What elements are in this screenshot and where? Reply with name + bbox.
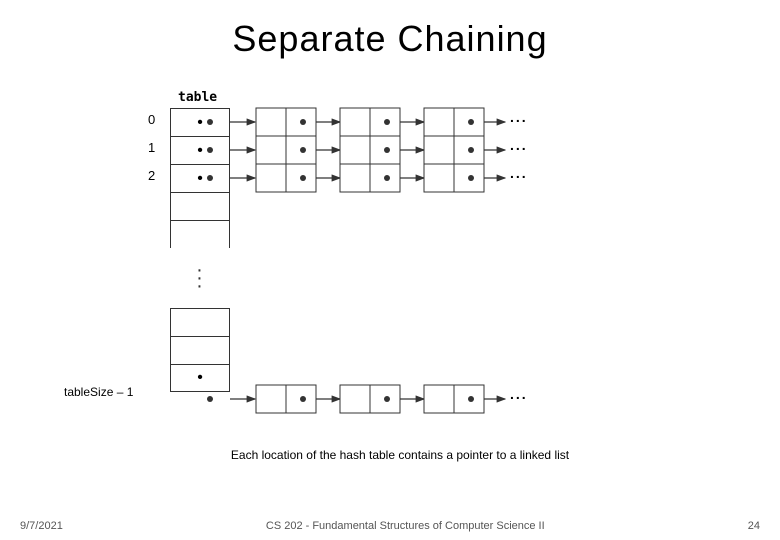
- vertical-dots: ···: [196, 266, 204, 290]
- table-label: table: [178, 90, 217, 105]
- row-label-1: 1: [148, 140, 155, 155]
- footer-date: 9/7/2021: [20, 520, 63, 532]
- table-cell-empty-3: [170, 308, 230, 336]
- table-cell-0: [170, 108, 230, 136]
- table-cell-empty-4: [170, 336, 230, 364]
- ellipsis-row1: ...: [510, 137, 528, 153]
- footer-course: CS 202 - Fundamental Structures of Compu…: [63, 520, 748, 532]
- ellipsis-row-last: ...: [510, 386, 528, 402]
- table-cell-empty-2: [170, 220, 230, 248]
- table-cell-last: [170, 364, 230, 392]
- diagram-caption: Each location of the hash table contains…: [60, 448, 740, 462]
- table-cell-1: [170, 136, 230, 164]
- ellipsis-row0: ...: [510, 109, 528, 125]
- footer: 9/7/2021 CS 202 - Fundamental Structures…: [0, 520, 780, 532]
- footer-page: 24: [748, 520, 760, 532]
- arrows-svg: [60, 90, 740, 470]
- row-label-0: 0: [148, 112, 155, 127]
- row-label-last: tableSize – 1: [64, 385, 133, 399]
- diagram-area: table ··· 0 1 2 tableSize – 1: [60, 90, 740, 470]
- row-label-2: 2: [148, 168, 155, 183]
- table-cell-2: [170, 164, 230, 192]
- table-cell-dots: ···: [170, 248, 230, 308]
- ellipsis-row2: ...: [510, 165, 528, 181]
- table-cell-empty-1: [170, 192, 230, 220]
- main-table: ···: [170, 108, 230, 392]
- page-title: Separate Chaining: [0, 0, 780, 60]
